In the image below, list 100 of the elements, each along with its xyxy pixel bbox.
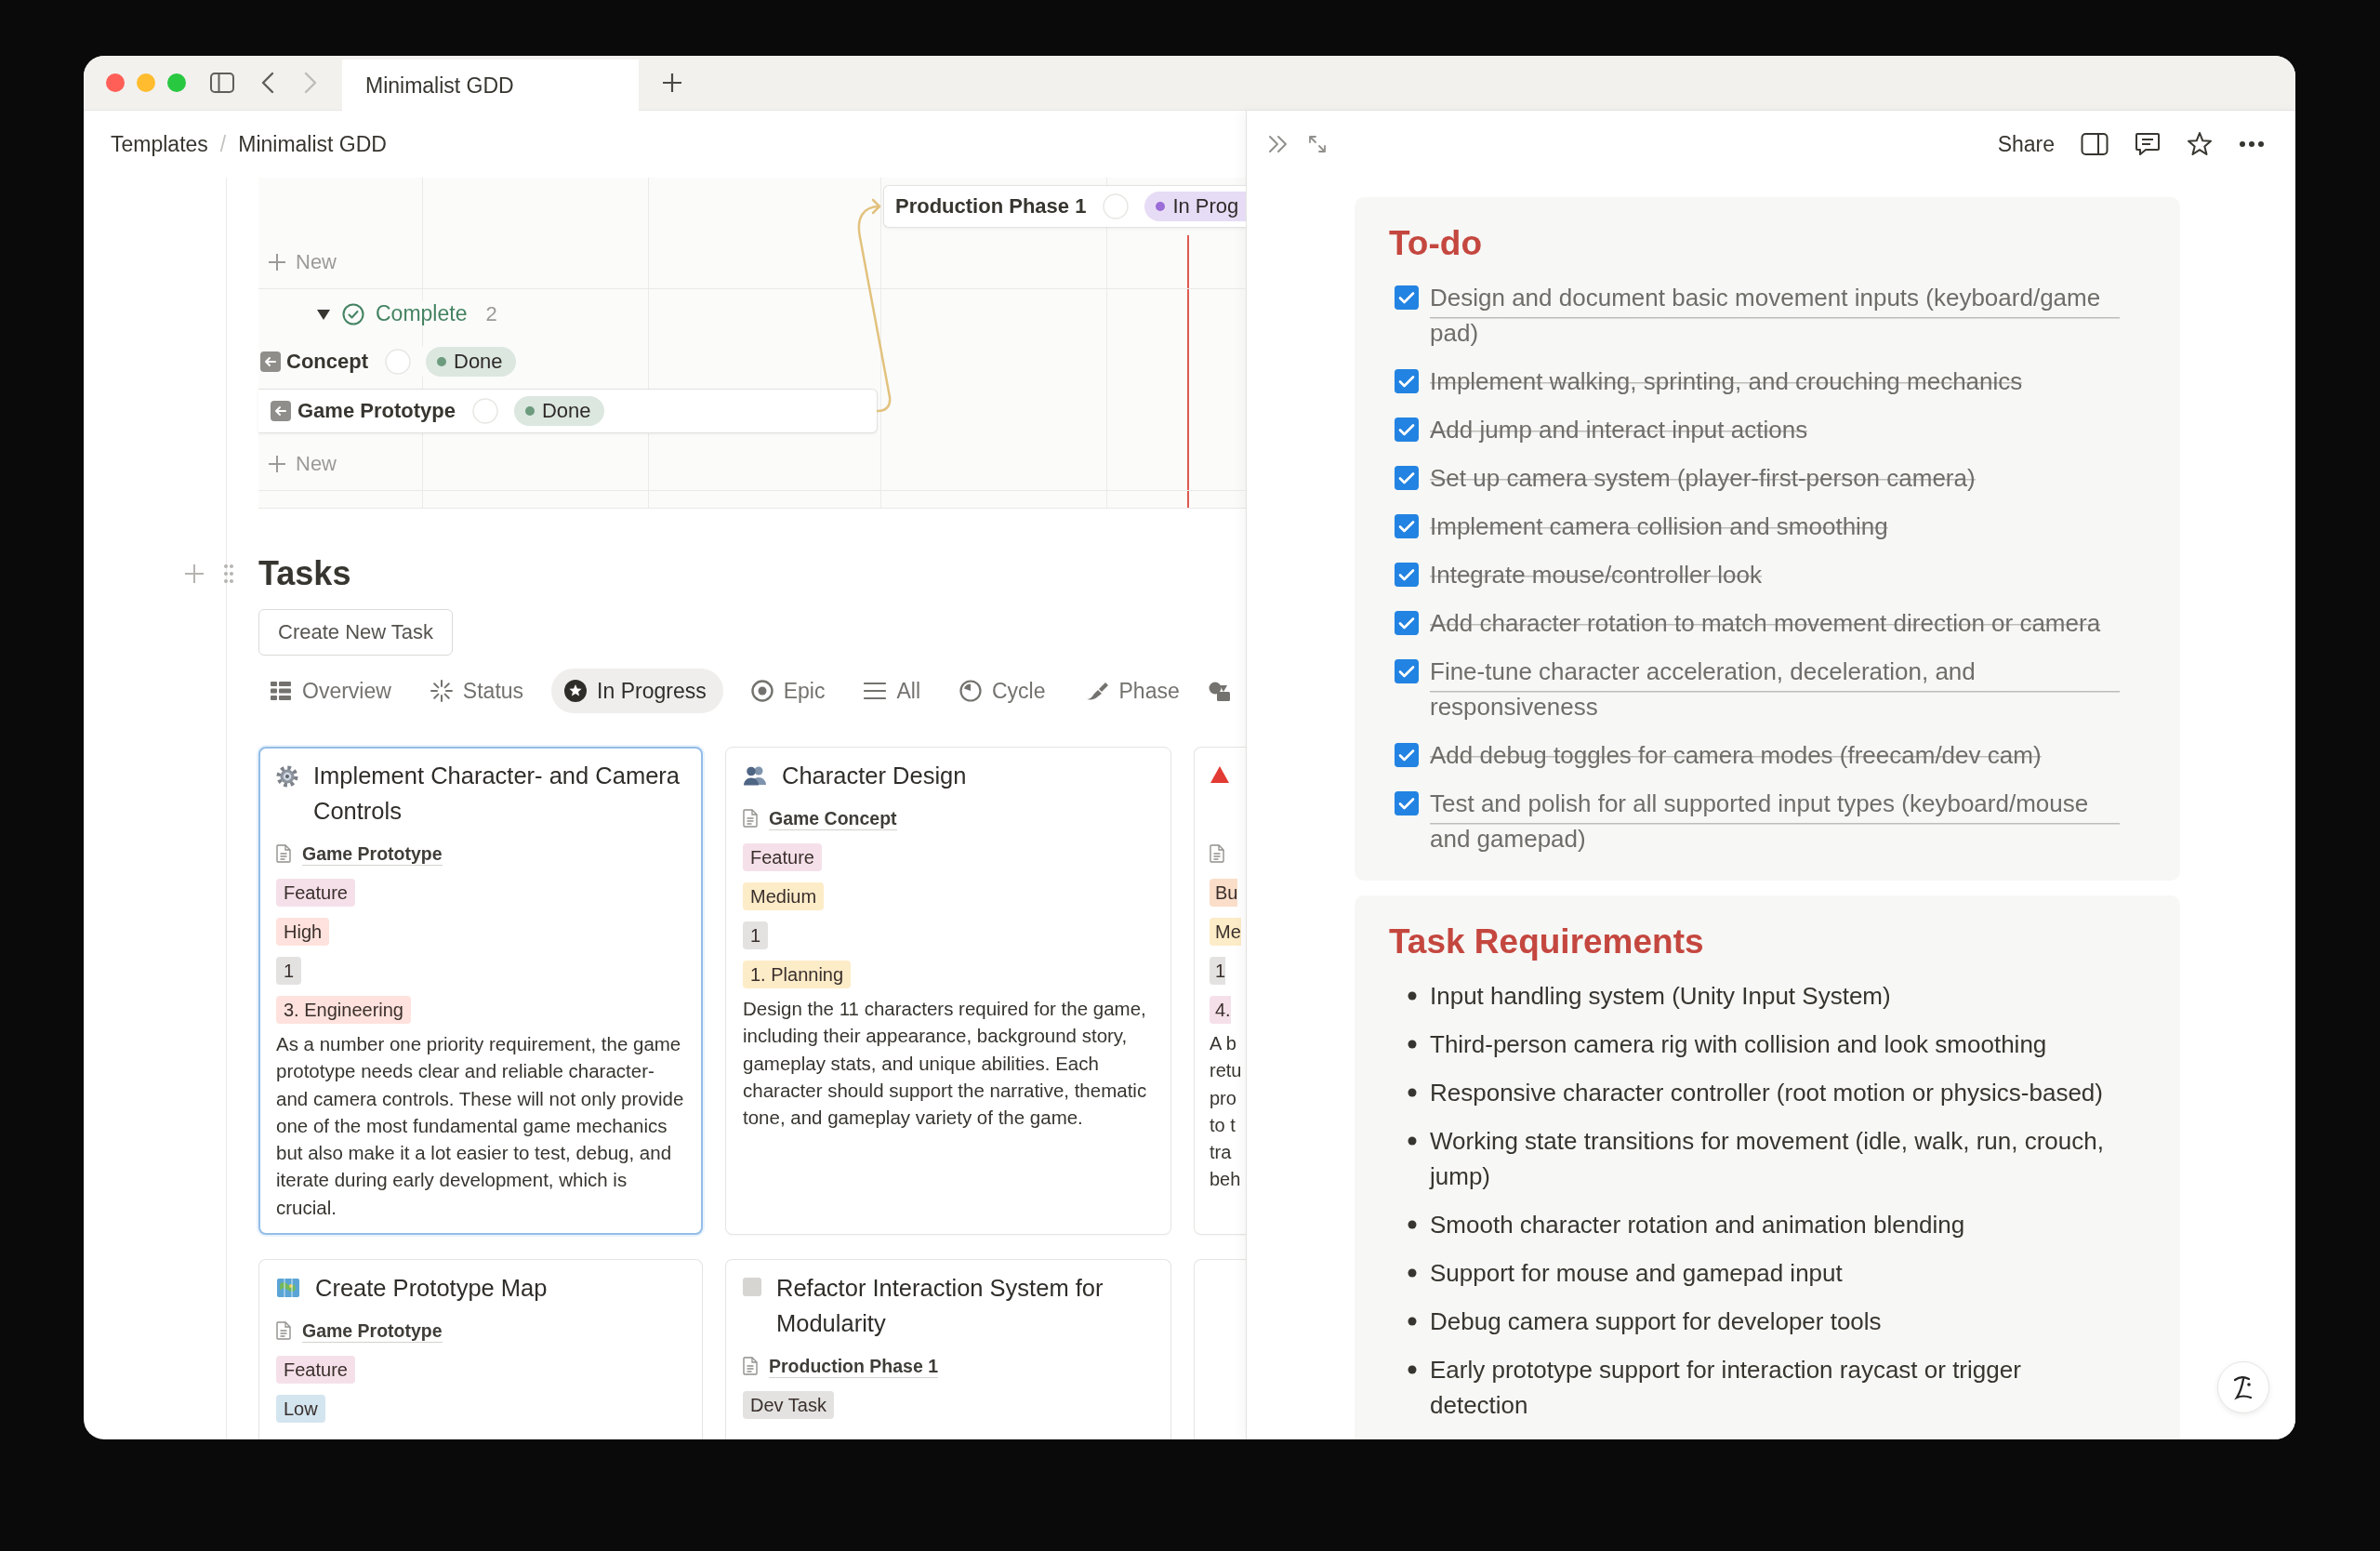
card-description: A b retu pro to t tra beh — [1210, 1032, 1243, 1192]
task-card[interactable] — [258, 747, 703, 1235]
chevron-left-icon[interactable] — [261, 72, 274, 94]
checkbox[interactable] — [1395, 611, 1419, 635]
property-tag: Feature — [743, 843, 822, 871]
breadcrumb-separator: / — [219, 131, 227, 157]
view-tab[interactable]: Cycle — [948, 669, 1057, 713]
checkbox[interactable] — [1395, 418, 1419, 442]
property-tag: 1 — [743, 921, 769, 949]
bullet-icon — [1408, 1220, 1417, 1229]
checkbox[interactable] — [1395, 285, 1419, 310]
double-chevron-right-icon[interactable] — [1267, 134, 1289, 154]
list-item-text: Early prototype support for interaction raycast or trigger detection — [1430, 1355, 2021, 1421]
arrow-left-icon[interactable] — [271, 401, 291, 421]
view-tab[interactable]: Overview — [258, 669, 403, 713]
checkbox[interactable] — [1395, 563, 1419, 587]
view-tab[interactable]: Phase — [1073, 669, 1191, 713]
more-icon[interactable] — [2239, 140, 2265, 148]
page-link[interactable]: Production Phase 1 — [769, 1354, 939, 1378]
checkbox[interactable] — [1395, 659, 1419, 683]
checkbox[interactable] — [1395, 514, 1419, 538]
property-tag: 1 — [276, 957, 302, 985]
view-tab[interactable]: Status — [418, 669, 536, 713]
bar-label: Production Phase 1 — [895, 194, 1087, 219]
property-tag: 1 — [1210, 957, 1226, 985]
block-heading: To-do — [1389, 223, 1483, 264]
window-zoom-icon[interactable] — [167, 73, 186, 92]
list-item-text: Working state transitions for movement (idle, walk, run, crouch, jump) — [1430, 1126, 2105, 1192]
page-link[interactable]: Game Prototype — [302, 1319, 443, 1343]
browser-tab[interactable]: Minimalist GDD — [342, 60, 639, 112]
property-tag: High — [276, 918, 330, 946]
triangle-icon — [1210, 765, 1230, 784]
page-link[interactable]: Game Prototype — [302, 842, 443, 866]
section-heading: Tasks — [258, 554, 351, 593]
share-button[interactable]: Share — [1997, 131, 2055, 157]
checkbox[interactable] — [1395, 791, 1419, 815]
star-icon[interactable] — [2187, 131, 2213, 157]
side-panel-icon[interactable] — [2081, 132, 2109, 156]
bullet-icon — [1408, 1040, 1417, 1049]
group-count: 2 — [485, 301, 497, 326]
card-title: Implement Character- and Camera Controls — [313, 762, 681, 826]
task-card[interactable]: Create Prototype Map Game Prototype Feature Low — [258, 1259, 703, 1439]
star-circle-icon — [564, 680, 588, 702]
list-item-text: Debug camera support for developer tools — [1430, 1306, 1882, 1337]
plus-icon[interactable] — [662, 73, 682, 93]
property-tag: 1. Planning — [743, 961, 852, 988]
property-tag: Feature — [276, 879, 355, 907]
breadcrumb-link[interactable]: Templates — [111, 131, 208, 157]
card-title: Create Prototype Map — [315, 1274, 548, 1303]
timeline-bar[interactable]: Game Prototype Done — [258, 389, 878, 433]
expand-arrows-icon[interactable] — [1308, 135, 1327, 153]
checkbox[interactable] — [1395, 743, 1419, 767]
check-circle-icon — [342, 302, 364, 325]
property-tag: Medium — [743, 882, 825, 910]
task-card[interactable]: Refactor Interaction System for Modularity Production Phase 1 Dev Task — [725, 1259, 1171, 1439]
view-tab[interactable]: In Progress — [551, 669, 723, 713]
window-close-icon[interactable] — [106, 73, 125, 92]
arrow-left-icon[interactable] — [260, 351, 281, 372]
view-tab[interactable]: All — [853, 669, 932, 713]
assistant-button[interactable] — [2217, 1361, 2269, 1413]
document-icon — [1210, 844, 1224, 863]
card-title: Refactor Interaction System for Modularity — [776, 1274, 1104, 1338]
property-tag: Me — [1210, 918, 1241, 946]
sidebar-icon[interactable] — [210, 73, 234, 93]
property-tag: 4. — [1210, 996, 1231, 1024]
list-item-text: Responsive character controller (root motion or physics-based) — [1430, 1078, 2103, 1108]
block-heading: Task Requirements — [1389, 921, 1705, 962]
checkbox[interactable] — [1395, 369, 1419, 393]
status-label: Done — [541, 399, 591, 423]
create-task-button[interactable]: Create New Task — [258, 609, 454, 656]
gear-icon — [276, 765, 298, 788]
view-tab[interactable]: Epic — [739, 669, 837, 713]
caret-down-icon[interactable] — [316, 307, 331, 321]
document-icon — [276, 844, 291, 863]
bullet-icon — [1408, 991, 1417, 1001]
list-item-text: Smooth character rotation and animation blending — [1430, 1210, 1965, 1240]
group-label: Complete — [376, 301, 468, 326]
timeline-bar[interactable]: Production Phase 1 In Prog — [883, 185, 1246, 228]
bar-label: Game Prototype — [298, 399, 456, 423]
bullet-icon — [1408, 1365, 1417, 1374]
bullet-icon — [1408, 1317, 1417, 1326]
list-item-text: Input handling system (Unity Input System) — [1430, 981, 1891, 1012]
bullet-icon — [1408, 1088, 1417, 1097]
breadcrumb-link[interactable]: Minimalist GDD — [238, 131, 387, 157]
checkbox[interactable] — [1395, 466, 1419, 490]
map-icon — [276, 1278, 300, 1298]
people-icon — [743, 765, 767, 786]
grid-icon — [270, 681, 292, 701]
row-label: Concept — [286, 350, 368, 374]
pie-chart-icon — [959, 680, 982, 702]
square-icon — [743, 1278, 761, 1296]
page-link[interactable]: Game Concept — [769, 806, 897, 830]
task-card[interactable]: Bu Me 1 4. A b retu pro to t tra beh — [1194, 747, 1246, 1235]
comment-icon[interactable] — [2135, 131, 2161, 157]
list-item-text: Third-person camera rig with collision and look smoothing — [1430, 1029, 2047, 1060]
drag-handle-icon[interactable] — [223, 563, 234, 584]
status-label: Done — [454, 350, 503, 374]
list-icon — [864, 682, 887, 700]
shapes-icon[interactable] — [1207, 680, 1232, 702]
bullet-icon — [1408, 1136, 1417, 1146]
